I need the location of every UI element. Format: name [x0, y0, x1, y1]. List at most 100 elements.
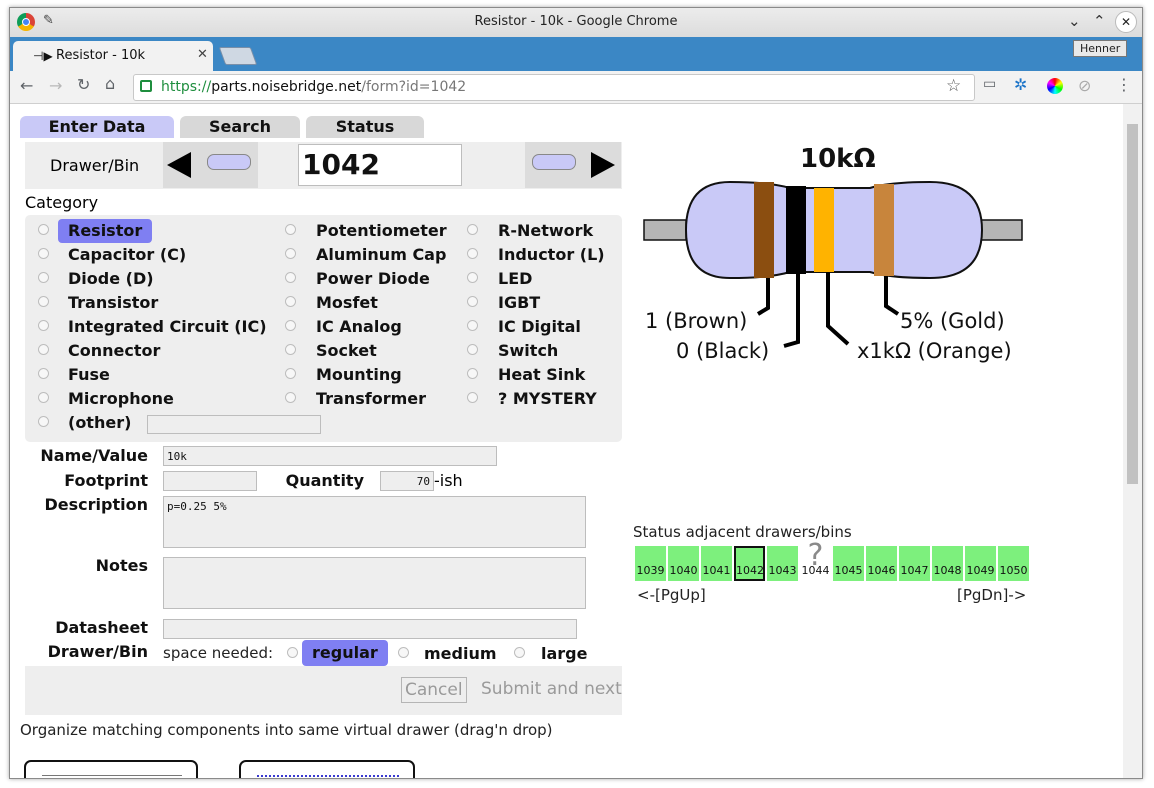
forward-icon[interactable]: →: [49, 76, 62, 95]
radio-microphone[interactable]: [38, 392, 49, 403]
other-category-input[interactable]: [147, 415, 321, 434]
address-bar[interactable]: https://parts.noisebridge.net/form?id=10…: [133, 74, 975, 101]
bookmark-star-icon[interactable]: ☆: [946, 76, 961, 96]
space-option-large[interactable]: large: [541, 644, 587, 663]
profile-button[interactable]: Henner: [1073, 40, 1128, 57]
radio-ic-analog[interactable]: [285, 320, 296, 331]
radio-other[interactable]: [38, 416, 49, 427]
category-option-diode[interactable]: Diode (D): [68, 269, 154, 288]
radio-transistor[interactable]: [38, 296, 49, 307]
category-option-igbt[interactable]: IGBT: [498, 293, 540, 312]
footprint-input[interactable]: [163, 471, 257, 491]
status-bin-1050[interactable]: 1050: [998, 546, 1029, 581]
radio-mosfet[interactable]: [285, 296, 296, 307]
radio-capacitor[interactable]: [38, 248, 49, 259]
datasheet-input[interactable]: [163, 619, 577, 639]
status-bin-1040[interactable]: 1040: [668, 546, 699, 581]
page-down-link[interactable]: [PgDn]->: [957, 586, 1026, 604]
category-option-microphone[interactable]: Microphone: [68, 389, 174, 408]
radio-power-diode[interactable]: [285, 272, 296, 283]
category-option-heat-sink[interactable]: Heat Sink: [498, 365, 585, 384]
tab-active[interactable]: ⊣▶ Resistor - 10k ✕: [13, 41, 213, 71]
radio-space-large[interactable]: [514, 647, 525, 658]
tab-close-icon[interactable]: ✕: [197, 47, 208, 62]
radio-mounting[interactable]: [285, 368, 296, 379]
radio-igbt[interactable]: [467, 296, 478, 307]
category-option-transformer[interactable]: Transformer: [316, 389, 426, 408]
category-option-socket[interactable]: Socket: [316, 341, 377, 360]
radio-transformer[interactable]: [285, 392, 296, 403]
scrollbar-thumb[interactable]: [1127, 124, 1138, 484]
category-option-mosfet[interactable]: Mosfet: [316, 293, 378, 312]
minimize-icon[interactable]: ⌄: [1068, 12, 1081, 30]
tab-enter-data[interactable]: Enter Data: [20, 116, 174, 138]
virtual-drawer-2[interactable]: [239, 760, 415, 778]
category-option-fuse[interactable]: Fuse: [68, 365, 110, 384]
status-bin-1047[interactable]: 1047: [899, 546, 930, 581]
status-bin-1043[interactable]: 1043: [767, 546, 798, 581]
radio-mystery[interactable]: [467, 392, 478, 403]
category-option-capacitor[interactable]: Capacitor (C): [68, 245, 186, 264]
extension-icon[interactable]: ✲: [1014, 75, 1027, 94]
radio-resistor[interactable]: [38, 224, 49, 235]
category-option-mystery[interactable]: ? MYSTERY: [498, 389, 597, 408]
category-option-ic-analog[interactable]: IC Analog: [316, 317, 402, 336]
cancel-button[interactable]: Cancel: [401, 677, 467, 703]
next-drawer-button[interactable]: [525, 142, 621, 188]
radio-heat-sink[interactable]: [467, 368, 478, 379]
status-bin-1042[interactable]: 1042: [734, 546, 765, 581]
category-option-potentiometer[interactable]: Potentiometer: [316, 221, 447, 240]
space-option-medium[interactable]: medium: [424, 644, 497, 663]
new-tab-button[interactable]: [218, 47, 258, 65]
status-bin-1046[interactable]: 1046: [866, 546, 897, 581]
category-option-other[interactable]: (other): [68, 413, 131, 432]
category-option-integrated-circuit[interactable]: Integrated Circuit (IC): [68, 317, 267, 336]
drawer-bin-input[interactable]: 1042: [298, 144, 462, 186]
notes-textarea[interactable]: [163, 557, 586, 609]
radio-inductor[interactable]: [467, 248, 478, 259]
category-option-transistor[interactable]: Transistor: [68, 293, 158, 312]
category-option-ic-digital[interactable]: IC Digital: [498, 317, 581, 336]
page-up-link[interactable]: <-[PgUp]: [637, 586, 706, 604]
category-option-aluminum-cap[interactable]: Aluminum Cap: [316, 245, 446, 264]
reload-icon[interactable]: ↻: [77, 75, 90, 94]
radio-space-regular[interactable]: [287, 647, 298, 658]
radio-r-network[interactable]: [467, 224, 478, 235]
category-option-mounting[interactable]: Mounting: [316, 365, 402, 384]
tab-search[interactable]: Search: [180, 116, 300, 138]
radio-switch[interactable]: [467, 344, 478, 355]
back-icon[interactable]: ←: [20, 76, 33, 95]
radio-integrated-circuit[interactable]: [38, 320, 49, 331]
color-picker-icon[interactable]: [1047, 78, 1063, 94]
radio-ic-digital[interactable]: [467, 320, 478, 331]
category-option-inductor[interactable]: Inductor (L): [498, 245, 605, 264]
category-option-connector[interactable]: Connector: [68, 341, 160, 360]
status-bin-1049[interactable]: 1049: [965, 546, 996, 581]
category-option-led[interactable]: LED: [498, 269, 532, 288]
radio-fuse[interactable]: [38, 368, 49, 379]
category-option-r-network[interactable]: R-Network: [498, 221, 593, 240]
cast-icon[interactable]: ▭: [983, 76, 996, 92]
radio-led[interactable]: [467, 272, 478, 283]
prev-drawer-button[interactable]: [163, 142, 258, 188]
category-option-switch[interactable]: Switch: [498, 341, 558, 360]
status-bin-1041[interactable]: 1041: [701, 546, 732, 581]
status-bin-1044[interactable]: ? 1044: [800, 538, 831, 581]
home-icon[interactable]: ⌂: [105, 74, 115, 93]
status-bin-1039[interactable]: 1039: [635, 546, 666, 581]
quantity-input[interactable]: 70: [380, 471, 434, 491]
radio-socket[interactable]: [285, 344, 296, 355]
close-window-button[interactable]: ✕: [1115, 11, 1137, 33]
radio-potentiometer[interactable]: [285, 224, 296, 235]
menu-icon[interactable]: ⋮: [1116, 75, 1132, 94]
maximize-icon[interactable]: ⌃: [1093, 12, 1106, 30]
blocked-extension-icon[interactable]: ⊘: [1078, 76, 1091, 95]
virtual-drawer-1[interactable]: [24, 760, 198, 778]
radio-space-medium[interactable]: [398, 647, 409, 658]
category-option-power-diode[interactable]: Power Diode: [316, 269, 430, 288]
category-option-resistor[interactable]: Resistor: [58, 219, 153, 243]
status-bin-1048[interactable]: 1048: [932, 546, 963, 581]
tab-status[interactable]: Status: [306, 116, 424, 138]
scrollbar-track[interactable]: [1123, 104, 1142, 778]
radio-diode[interactable]: [38, 272, 49, 283]
